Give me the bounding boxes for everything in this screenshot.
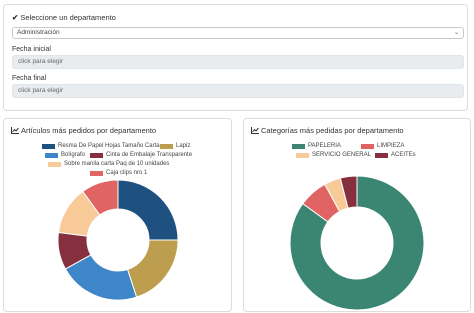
fecha-inicial-label: Fecha inicial <box>12 46 51 53</box>
fecha-final-input[interactable]: click para elegir <box>12 84 464 98</box>
articulos-donut-chart <box>57 179 179 301</box>
categorias-chart-card: Categorías más pedidas por departamento … <box>243 118 471 312</box>
articulos-chart-card: Artículos más pedidos por departamento R… <box>3 118 232 312</box>
department-select[interactable]: Administración ⌄ <box>12 27 464 39</box>
fecha-inicial-input[interactable]: click para elegir <box>12 55 464 69</box>
filter-title: ✔ Seleccione un departamento <box>12 13 116 22</box>
donut-slice[interactable] <box>126 239 179 298</box>
categorias-donut-chart <box>289 175 425 311</box>
chevron-down-icon: ⌄ <box>453 30 459 36</box>
donut-slice[interactable] <box>117 179 179 241</box>
fecha-final-label: Fecha final <box>12 75 47 82</box>
check-double-icon: ✔ <box>12 13 19 22</box>
department-filter-card: ✔ Seleccione un departamento Administrac… <box>3 4 468 111</box>
